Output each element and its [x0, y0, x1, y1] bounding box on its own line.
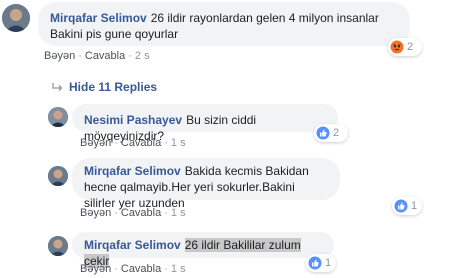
- reply-actions: Bəyən · Cavabla · 1 s: [80, 263, 186, 275]
- comment-author[interactable]: Mirqafar Selimov: [50, 11, 147, 25]
- reply-time[interactable]: 1 s: [171, 207, 186, 219]
- avatar[interactable]: [48, 236, 68, 256]
- hide-replies-toggle[interactable]: Hide 11 Replies: [52, 80, 157, 94]
- comment-actions: Bəyən · Cavabla · 2 s: [44, 50, 150, 62]
- like-reaction-icon: [308, 256, 322, 270]
- reaction-count: 2: [333, 127, 340, 139]
- reply-time[interactable]: 1 s: [171, 263, 186, 275]
- reply-author[interactable]: Nesimi Pashayev: [84, 113, 182, 127]
- reply-link[interactable]: Cavabla: [121, 263, 161, 275]
- hide-replies-label: Hide 11 Replies: [69, 80, 158, 94]
- reply-link[interactable]: Cavabla: [121, 137, 161, 149]
- reaction-summary[interactable]: 1: [306, 254, 336, 272]
- reply-arrow-icon: [52, 81, 64, 93]
- reply-time[interactable]: 1 s: [171, 137, 186, 149]
- reply-link[interactable]: Cavabla: [85, 50, 125, 62]
- avatar[interactable]: [48, 107, 68, 127]
- reply-author[interactable]: Mirqafar Selimov: [84, 238, 181, 252]
- like-link[interactable]: Bəyən: [80, 263, 111, 275]
- comment-bubble: Mirqafar Selimov 26 ildir rayonlardan gel…: [38, 2, 410, 46]
- avatar[interactable]: [48, 166, 68, 186]
- reply-bubble: Nesimi Pashayev Bu sizin ciddi mövqeyiniz…: [72, 104, 338, 143]
- reply-link[interactable]: Cavabla: [121, 207, 161, 219]
- like-link[interactable]: Bəyən: [44, 50, 75, 62]
- like-reaction-icon: [316, 126, 330, 140]
- avatar[interactable]: [2, 4, 30, 32]
- reaction-count: 1: [325, 257, 332, 269]
- like-link[interactable]: Bəyən: [80, 207, 111, 219]
- reply-author[interactable]: Mirqafar Selimov: [84, 164, 181, 178]
- angry-reaction-icon: [390, 40, 404, 54]
- comment-time[interactable]: 2 s: [135, 50, 150, 62]
- like-link[interactable]: Bəyən: [80, 137, 111, 149]
- reaction-summary[interactable]: 2: [388, 38, 422, 56]
- reaction-summary[interactable]: 2: [314, 124, 348, 142]
- like-reaction-icon: [394, 199, 408, 213]
- reply-actions: Bəyən · Cavabla · 1 s: [80, 137, 186, 149]
- reaction-summary[interactable]: 1: [392, 197, 422, 215]
- reply-bubble: Mirqafar Selimov Bakida kecmis Bakidan he…: [72, 158, 340, 210]
- reply-actions: Bəyən · Cavabla · 1 s: [80, 207, 186, 219]
- reaction-count: 1: [411, 200, 418, 212]
- reaction-count: 2: [407, 41, 414, 53]
- reply-bubble: Mirqafar Selimov 26 ildir Bakililar zulum…: [72, 232, 334, 268]
